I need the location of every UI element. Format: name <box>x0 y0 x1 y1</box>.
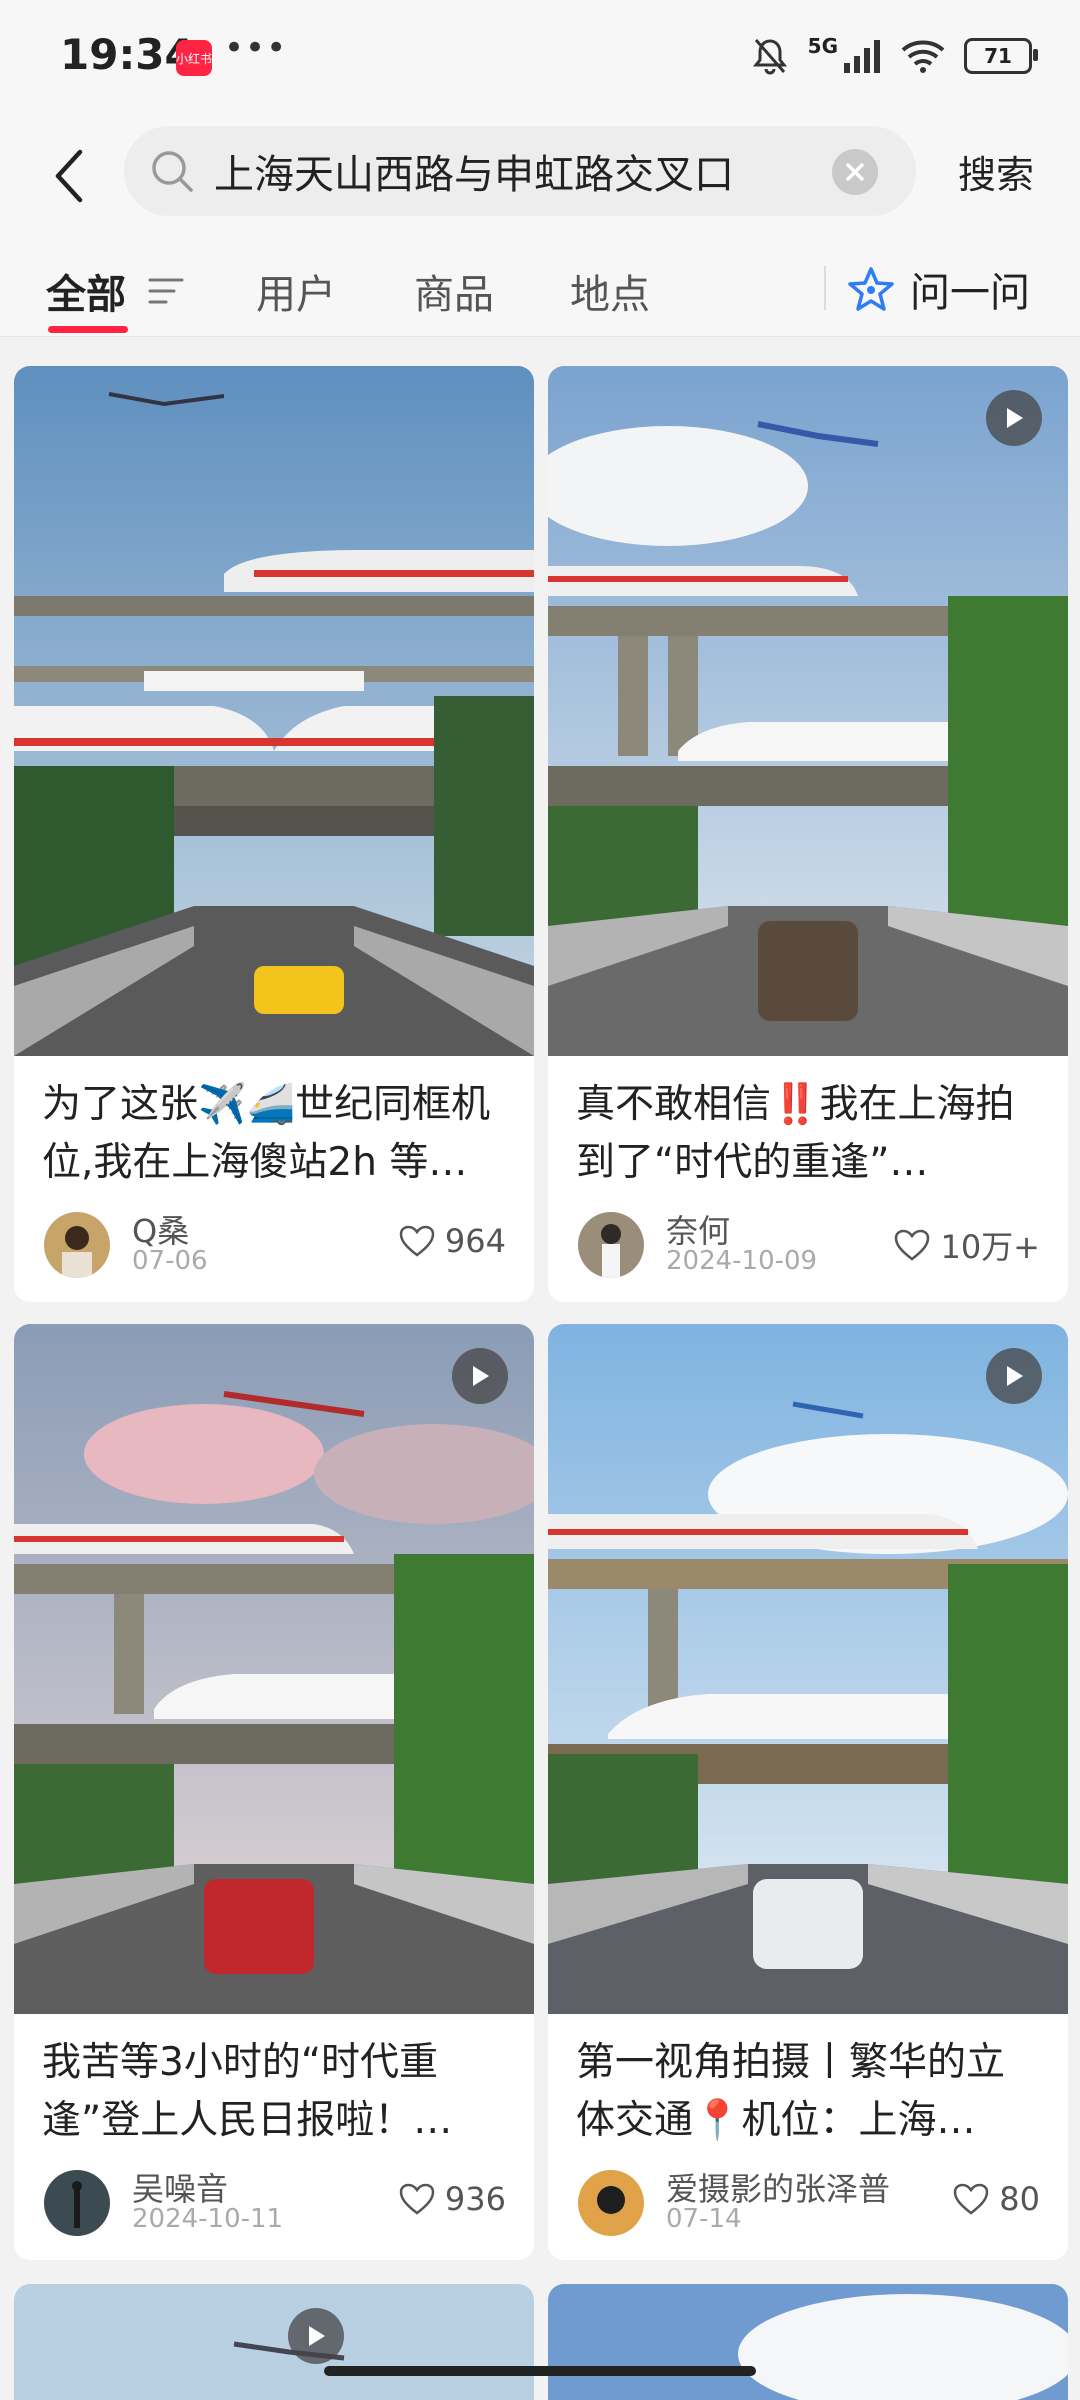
post-card[interactable]: 我苦等3小时的“时代重逢”登上人民日报啦！… 吴噪音 2024-10-11 93… <box>14 1324 534 2260</box>
heart-icon <box>895 1229 930 1261</box>
post-cover-image[interactable] <box>548 2284 1068 2400</box>
author-avatar[interactable] <box>578 2170 644 2236</box>
clear-search-button[interactable] <box>832 149 878 195</box>
heart-icon <box>399 2183 435 2215</box>
post-title: 第一视角拍摄丨繁华的立体交通📍机位：上海… <box>576 2040 1006 2143</box>
status-icons: 5G 71 <box>750 34 1038 76</box>
chevron-left-icon <box>55 149 83 203</box>
post-card[interactable]: 第一视角拍摄丨繁华的立体交通📍机位：上海… 爱摄影的张泽普 07-14 80 <box>548 1324 1068 2260</box>
result-tabs: 全部 用户 商品 地点 问一问 <box>0 236 1080 337</box>
ask-label: 问一问 <box>910 270 1030 316</box>
tab-places[interactable]: 地点 <box>570 262 650 320</box>
tab-products[interactable]: 商品 <box>414 262 494 320</box>
tab-users[interactable]: 用户 <box>256 262 336 320</box>
play-icon <box>309 2326 325 2346</box>
like-count: 80 <box>999 2180 1040 2218</box>
post-cover-image[interactable] <box>14 2284 534 2400</box>
cover-photo <box>548 1324 1068 2014</box>
post-cover-image[interactable] <box>14 1324 534 2014</box>
ask-ai-button[interactable]: 问一问 <box>848 260 1030 318</box>
post-footer: Q桑 07-06 964 <box>14 1192 534 1302</box>
video-play-button[interactable] <box>452 1348 508 1404</box>
post-cover-image[interactable] <box>548 1324 1068 2014</box>
like-count: 964 <box>444 1222 506 1260</box>
battery-level: 71 <box>984 44 1012 68</box>
filter-icon[interactable] <box>148 276 184 306</box>
post-title: 我苦等3小时的“时代重逢”登上人民日报啦！… <box>42 2040 453 2143</box>
cellular-signal-icon <box>844 40 880 73</box>
post-cover-image[interactable] <box>548 366 1068 1056</box>
back-button[interactable] <box>44 136 94 216</box>
post-card[interactable] <box>548 2284 1068 2400</box>
post-date: 2024-10-09 <box>666 1246 818 1276</box>
more-notifications-icon: ••• <box>224 28 288 68</box>
play-icon <box>1007 1366 1023 1386</box>
post-title: 为了这张✈️🚄世纪同框机位,我在上海傻站2h 等到了… <box>42 1082 491 1185</box>
post-card[interactable]: 为了这张✈️🚄世纪同框机位,我在上海傻站2h 等到了… Q桑 07-06 964 <box>14 366 534 1302</box>
post-footer: 吴噪音 2024-10-11 936 <box>14 2150 534 2260</box>
heart-icon <box>399 1225 435 1257</box>
home-indicator[interactable] <box>324 2366 756 2376</box>
post-title: 真不敢相信‼️我在上海拍到了“时代的重逢”… <box>576 1082 1015 1185</box>
search-bar[interactable] <box>124 126 916 216</box>
search-header: 搜索 <box>0 116 1080 236</box>
post-footer: 奈何 2024-10-09 10万+ <box>548 1192 1068 1302</box>
like-button[interactable]: 10万+ <box>894 1222 1040 1268</box>
network-type: 5G <box>807 34 838 58</box>
author-avatar[interactable] <box>44 2170 110 2236</box>
like-button[interactable]: 936 <box>399 2180 506 2218</box>
post-date: 07-14 <box>666 2204 742 2234</box>
video-play-button[interactable] <box>986 390 1042 446</box>
search-button[interactable]: 搜索 <box>958 144 1034 199</box>
xiaohongshu-app-icon: 小红书 <box>176 40 212 76</box>
wifi-icon <box>901 40 945 73</box>
close-icon <box>846 163 864 181</box>
post-card[interactable]: 真不敢相信‼️我在上海拍到了“时代的重逢”… 奈何 2024-10-09 10万… <box>548 366 1068 1302</box>
battery-indicator: 71 <box>964 38 1038 74</box>
like-button[interactable]: 964 <box>399 1222 506 1260</box>
search-icon <box>152 151 193 192</box>
search-input[interactable] <box>212 147 816 195</box>
like-button[interactable]: 80 <box>953 2180 1040 2218</box>
post-card[interactable] <box>14 2284 534 2400</box>
post-date: 07-06 <box>132 1246 208 1276</box>
post-cover-image[interactable] <box>14 366 534 1056</box>
active-tab-indicator <box>48 326 128 333</box>
like-count: 10万+ <box>940 1228 1040 1266</box>
cover-photo <box>14 366 534 1056</box>
heart-icon <box>954 2183 989 2215</box>
cover-photo <box>548 2284 1068 2400</box>
tab-all[interactable]: 全部 <box>46 262 126 320</box>
author-avatar[interactable] <box>44 1212 110 1278</box>
status-time: 19:34 <box>60 30 194 79</box>
sparkle-star-icon <box>848 267 894 311</box>
status-bar: 19:34 小红书 ••• 5G 71 <box>0 0 1080 116</box>
play-icon <box>473 1366 489 1386</box>
post-date: 2024-10-11 <box>132 2204 284 2234</box>
like-count: 936 <box>444 2180 506 2218</box>
author-avatar[interactable] <box>578 1212 644 1278</box>
play-icon <box>1007 408 1023 428</box>
mute-bell-icon <box>752 39 787 75</box>
video-play-button[interactable] <box>288 2308 344 2364</box>
video-play-button[interactable] <box>986 1348 1042 1404</box>
post-footer: 爱摄影的张泽普 07-14 80 <box>548 2150 1068 2260</box>
tab-divider <box>824 266 826 310</box>
cover-photo <box>14 1324 534 2014</box>
cover-photo <box>14 2284 534 2400</box>
cover-photo <box>548 366 1068 1056</box>
